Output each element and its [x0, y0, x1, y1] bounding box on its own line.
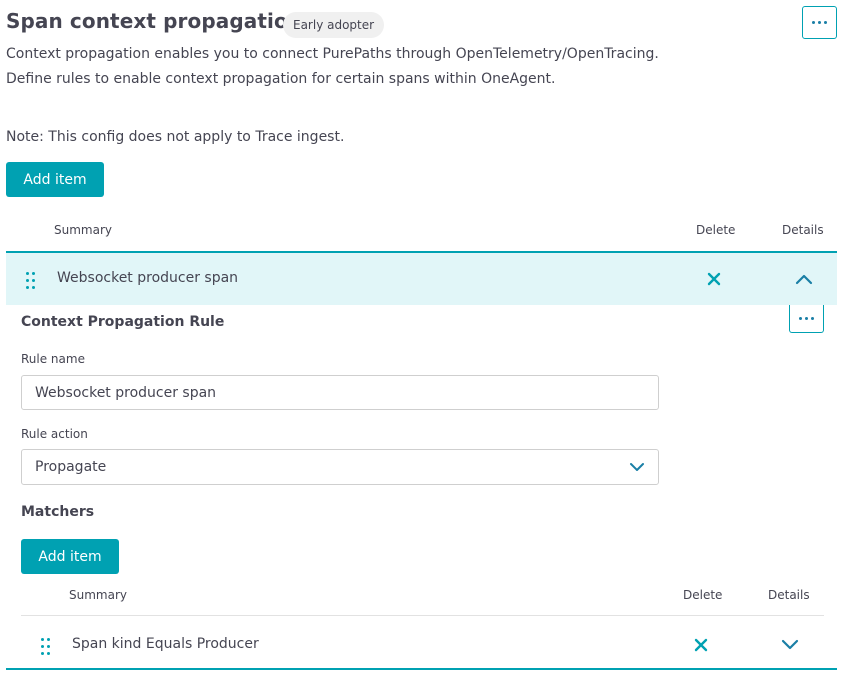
rule-name-value: Websocket producer span — [35, 384, 217, 401]
matchers-column-summary: Summary — [69, 588, 127, 602]
add-matcher-button[interactable]: Add item — [21, 539, 119, 574]
drag-handle-icon[interactable] — [26, 272, 35, 289]
row-summary: Websocket producer span — [57, 270, 239, 286]
close-icon[interactable] — [707, 272, 721, 286]
column-header-details: Details — [782, 223, 824, 237]
page-title: Span context propagation — [6, 9, 303, 33]
more-icon — [812, 21, 827, 24]
rule-action-select[interactable]: Propagate — [21, 449, 659, 485]
drag-handle-icon[interactable] — [41, 638, 50, 655]
early-adopter-badge: Early adopter — [283, 12, 385, 38]
matchers-title: Matchers — [21, 504, 95, 520]
chevron-up-icon[interactable] — [795, 273, 813, 285]
matcher-row-summary: Span kind Equals Producer — [72, 636, 259, 652]
chevron-down-icon[interactable] — [781, 639, 799, 651]
page-note: Note: This config does not apply to Trac… — [6, 129, 345, 145]
rule-name-label: Rule name — [21, 352, 85, 366]
page-more-button[interactable] — [802, 6, 837, 39]
page-description: Context propagation enables you to conne… — [6, 46, 659, 87]
column-header-summary: Summary — [54, 223, 112, 237]
chevron-down-icon — [630, 463, 644, 471]
more-icon — [799, 317, 814, 320]
rule-name-field[interactable]: Websocket producer span — [21, 375, 659, 410]
section-title-rule: Context Propagation Rule — [21, 314, 225, 330]
rule-more-button[interactable] — [789, 305, 824, 333]
rule-action-label: Rule action — [21, 427, 88, 441]
table-bottom-divider — [6, 668, 837, 670]
matchers-column-delete: Delete — [683, 588, 723, 602]
add-item-button[interactable]: Add item — [6, 162, 104, 197]
matchers-column-details: Details — [768, 588, 810, 602]
rule-action-value: Propagate — [35, 459, 107, 475]
close-icon[interactable] — [694, 638, 708, 652]
column-header-delete: Delete — [696, 223, 736, 237]
